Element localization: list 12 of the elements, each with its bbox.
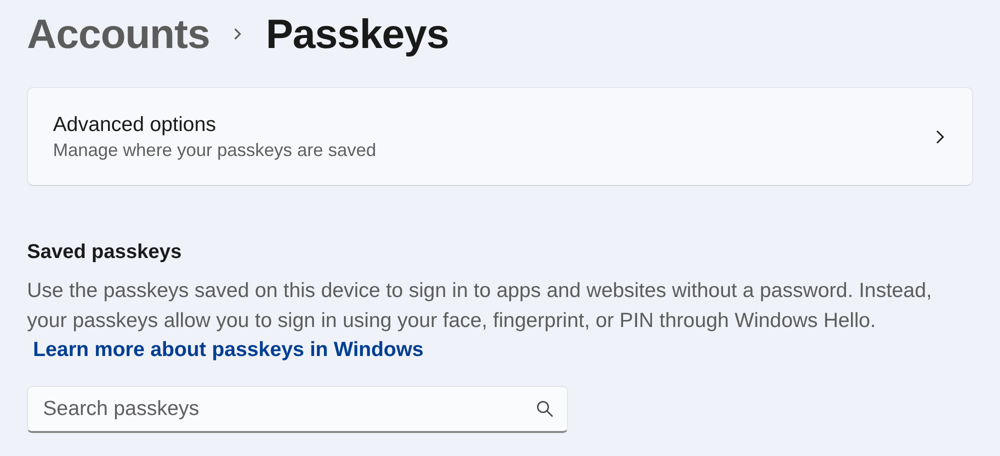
- card-subtitle: Manage where your passkeys are saved: [53, 140, 378, 160]
- section-heading: Saved passkeys: [27, 241, 183, 264]
- chevron-icon: [934, 128, 946, 146]
- search-field[interactable]: Search passkeys: [27, 386, 568, 432]
- card-title: Advanced options: [53, 112, 217, 136]
- advanced-options-card[interactable]: Advanced options Manage where your passkeys are saved: [27, 87, 973, 186]
- section-description: Use the passkeys saved on this device to sign in to apps and websites without a password. Instead, your passkeys allow you to sign in using your face, fingerprint, or PIN through Windows Hello. Learn more about passkeys in Windows: [27, 278, 933, 363]
- breadcrumb-parent[interactable]: Accounts: [27, 10, 210, 58]
- search-icon: [536, 400, 554, 418]
- page-title: Passkeys: [266, 10, 449, 58]
- chevron-icon: [232, 26, 244, 42]
- learn-more-link[interactable]: Learn more about passkeys in Windows: [33, 338, 424, 361]
